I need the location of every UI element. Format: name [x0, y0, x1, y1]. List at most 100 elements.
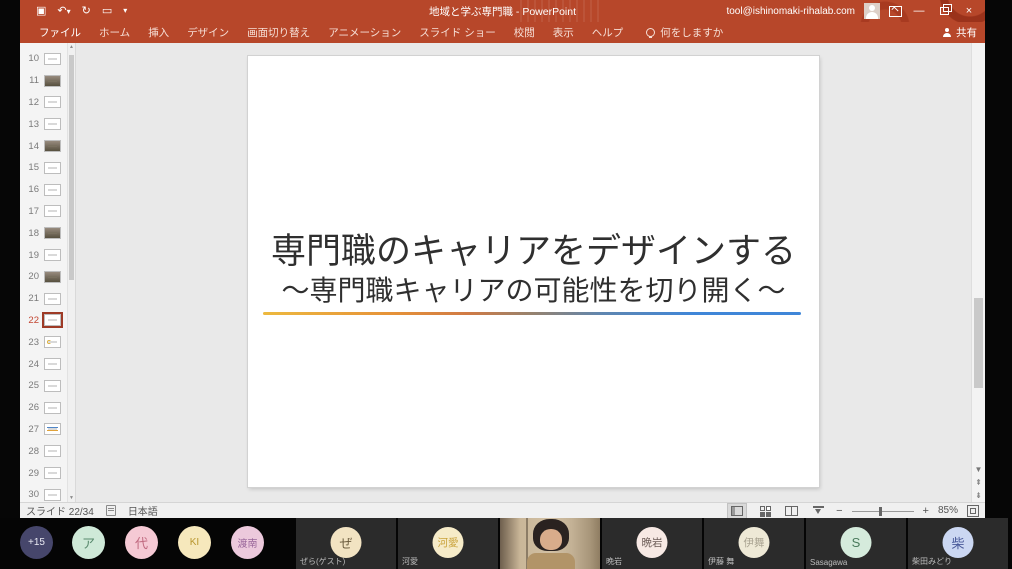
slide-divider-line	[263, 312, 801, 315]
slide-thumbnail-image	[44, 140, 61, 153]
scroll-buttons: ▼ ⇞ ⇟	[972, 466, 985, 500]
slide-thumbnail-image	[44, 445, 61, 458]
zoom-out-icon[interactable]: −	[836, 505, 842, 517]
ribbon-tab-1[interactable]: ホーム	[90, 22, 139, 43]
participant-tile[interactable]: 伊舞 伊藤 舞	[704, 518, 804, 569]
slide-thumbnail-image	[44, 118, 61, 131]
ribbon-tab-row: ファイル ホーム 挿入 デザイン 画面切り替え アニメーション スライド ショー 校閲 表示 ヘル…	[20, 22, 985, 43]
minimize-icon[interactable]: —	[911, 5, 927, 17]
ribbon-tab-3[interactable]: デザイン	[178, 22, 238, 43]
titlebar-right: tool@ishinomaki-rihalab.com — ×	[726, 3, 985, 19]
ribbon-tab-4[interactable]: 画面切り替え	[238, 22, 319, 43]
restore-icon[interactable]	[936, 3, 952, 18]
normal-view-button[interactable]	[727, 502, 748, 519]
participant-tile[interactable]: 河愛 河愛	[398, 518, 498, 569]
spell-check-icon[interactable]	[105, 505, 116, 516]
shared-screen: ▣ ↶▾ ↻ ▭ ▾ 地域と学ぶ専門職 - PowerPoint tool@is…	[0, 0, 1012, 569]
slide-thumbnail-image	[44, 358, 61, 371]
customize-toolbar-icon[interactable]: ▾	[123, 7, 127, 15]
share-label: 共有	[956, 27, 977, 39]
window-title: 地域と学ぶ専門職 - PowerPoint	[428, 5, 577, 18]
participant-chip[interactable]: 代	[125, 526, 158, 559]
participant-strip: +15 ア代 KI 渡南 ぜぜら(ゲスト) 河愛 河愛 晩岩 晩岩 伊舞 伊藤 舞 S Sasagaw…	[0, 518, 1012, 569]
reading-view-button[interactable]	[782, 504, 800, 518]
powerpoint-window: ▣ ↶▾ ↻ ▭ ▾ 地域と学ぶ専門職 - PowerPoint tool@is…	[20, 0, 985, 519]
participant-avatar: 柴	[942, 527, 974, 558]
ribbon-tab-9[interactable]: ヘルプ	[583, 22, 633, 43]
tell-me-box[interactable]: 何をしますか	[646, 25, 723, 40]
slide-number: 25	[28, 380, 39, 392]
thumbnail-scrollbar[interactable]: ▲ ▼	[67, 43, 75, 502]
slide-title-text[interactable]: 専門職のキャリアをデザインする	[248, 223, 819, 274]
participant-chip[interactable]: 渡南	[231, 526, 264, 559]
redo-icon[interactable]: ↻	[82, 5, 91, 17]
tell-me-label: 何をしますか	[660, 27, 724, 39]
participant-video-tile[interactable]	[500, 518, 600, 569]
status-bar: スライド 22/34 日本語 − + 85%	[20, 502, 985, 519]
workspace: 10 11 12 13 14 15 16 17 18 19 20 21 22 23 24 25 26 27 28 29…	[20, 43, 985, 502]
start-from-beginning-icon[interactable]: ▭	[102, 5, 112, 17]
user-avatar-icon[interactable]	[864, 3, 880, 19]
save-icon[interactable]: ▣	[36, 5, 46, 17]
slide-number: 30	[28, 489, 39, 501]
participant-name: 晩岩	[606, 557, 622, 566]
account-email[interactable]: tool@ishinomaki-rihalab.com	[726, 6, 855, 17]
slide-thumbnail-image	[44, 401, 61, 414]
slide-canvas[interactable]: 専門職のキャリアをデザインする ～専門職キャリアの可能性を切り開く～	[248, 56, 819, 487]
main-scrollbar[interactable]: ▼ ⇞ ⇟	[971, 43, 985, 502]
ribbon-tab-2[interactable]: 挿入	[139, 22, 178, 43]
slide-number: 19	[28, 249, 39, 261]
slide-number: 26	[28, 402, 39, 414]
ribbon-tab-8[interactable]: 表示	[544, 22, 583, 43]
participant-chip[interactable]: KI	[178, 526, 211, 559]
next-slide-button[interactable]: ⇟	[975, 492, 982, 500]
scroll-down-icon[interactable]: ▼	[68, 495, 75, 501]
participant-tile[interactable]: 柴柴田みどり	[908, 518, 1008, 569]
participant-tile[interactable]: S Sasagawa	[806, 518, 906, 569]
participant-tile[interactable]: 晩岩 晩岩	[602, 518, 702, 569]
participant-avatar: ぜ	[330, 527, 362, 558]
main-scrollbar-thumb[interactable]	[974, 298, 983, 388]
thumbnail-scrollbar-thumb[interactable]	[69, 55, 74, 280]
slide-number: 16	[28, 184, 39, 196]
participant-tile[interactable]: ぜぜら(ゲスト)	[296, 518, 396, 569]
slideshow-button[interactable]	[809, 504, 827, 518]
participant-chip[interactable]: ア	[72, 526, 105, 559]
ribbon-tab-7[interactable]: 校閲	[505, 22, 544, 43]
zoom-in-icon[interactable]: +	[923, 505, 929, 517]
ribbon-display-options-icon[interactable]	[889, 5, 902, 17]
close-icon[interactable]: ×	[961, 5, 977, 17]
participant-avatar: 晩岩	[636, 527, 668, 558]
undo-icon[interactable]: ↶▾	[57, 5, 70, 17]
ribbon-tab-0[interactable]: ファイル	[30, 22, 90, 43]
slide-number: 18	[28, 227, 39, 239]
ribbon-tabs: ファイル ホーム 挿入 デザイン 画面切り替え アニメーション スライド ショー 校閲 表示 ヘル…	[30, 22, 632, 43]
slide-thumbnail-image	[44, 205, 61, 218]
slide-thumbnail-image	[44, 52, 61, 65]
slide-number: 29	[28, 467, 39, 479]
scroll-up-icon[interactable]: ▲	[68, 44, 75, 50]
lightbulb-icon	[646, 28, 656, 38]
slide-number: 27	[28, 423, 39, 435]
fit-to-window-icon[interactable]	[967, 504, 979, 517]
participant-name: 河愛	[402, 557, 418, 566]
zoom-slider-thumb[interactable]	[879, 506, 883, 516]
zoom-slider[interactable]	[851, 506, 914, 516]
scroll-down-icon[interactable]: ▼	[975, 466, 983, 474]
slide-sorter-view-button[interactable]	[755, 504, 773, 518]
participant-overflow-chip[interactable]: +15	[20, 526, 53, 559]
language-indicator[interactable]: 日本語	[128, 503, 158, 518]
slide-number: 22	[28, 314, 39, 326]
slide-number: 21	[28, 293, 39, 305]
ribbon-tab-5[interactable]: アニメーション	[319, 22, 410, 43]
zoom-level[interactable]: 85%	[938, 505, 958, 516]
slide-counter[interactable]: スライド 22/34	[26, 503, 94, 518]
slide-thumbnail-image	[44, 467, 61, 480]
participant-chips: +15 ア代 KI 渡南	[0, 518, 296, 569]
share-button[interactable]: 共有	[942, 25, 977, 40]
slide-number: 28	[28, 445, 39, 457]
slide-number: 24	[28, 358, 39, 370]
previous-slide-button[interactable]: ⇞	[975, 479, 982, 487]
ribbon-tab-6[interactable]: スライド ショー	[410, 22, 504, 43]
slide-subtitle-text[interactable]: ～専門職キャリアの可能性を切り開く～	[248, 269, 819, 309]
